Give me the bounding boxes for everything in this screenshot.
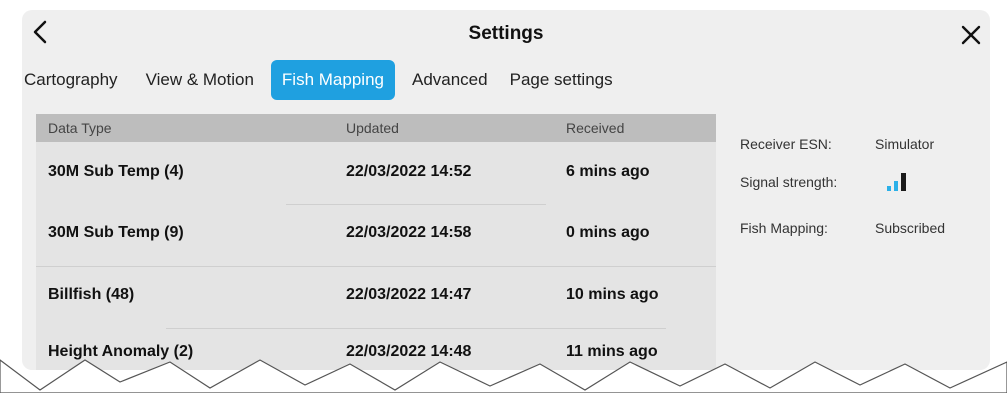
torn-edge-decoration (0, 359, 1007, 393)
column-header-updated: Updated (346, 120, 399, 136)
column-header-received: Received (566, 120, 625, 136)
cell-data-type: Billfish (48) (48, 286, 135, 303)
fish-mapping-table: Data Type Updated Received 30M Sub Temp … (36, 114, 716, 370)
cell-updated: 22/03/2022 14:52 (346, 163, 472, 180)
tab-view-motion[interactable]: View & Motion (135, 60, 265, 100)
tab-cartography[interactable]: Cartography (22, 60, 129, 100)
cell-updated: 22/03/2022 14:58 (346, 224, 472, 241)
title-bar: Settings (22, 10, 990, 54)
page-title: Settings (468, 23, 544, 44)
close-button[interactable] (954, 18, 988, 52)
signal-strength-label: Signal strength: (740, 174, 838, 190)
table-header: Data Type Updated Received (36, 114, 716, 142)
receiver-esn-label: Receiver ESN: (740, 136, 832, 152)
settings-tabs: Cartography View & Motion Fish Mapping A… (22, 60, 624, 100)
cell-received: 0 mins ago (566, 224, 650, 241)
receiver-esn-value: Simulator (875, 136, 935, 152)
table-row[interactable]: Billfish (48) 22/03/2022 14:47 10 mins a… (36, 267, 716, 325)
signal-bars-icon (887, 173, 906, 191)
cell-received: 6 mins ago (566, 163, 650, 180)
table-row[interactable]: 30M Sub Temp (9) 22/03/2022 14:58 0 mins… (36, 205, 716, 263)
tab-advanced[interactable]: Advanced (401, 60, 499, 100)
table-row[interactable]: 30M Sub Temp (4) 22/03/2022 14:52 6 mins… (36, 144, 716, 202)
fish-mapping-label: Fish Mapping: (740, 220, 828, 236)
column-header-data-type: Data Type (48, 120, 112, 136)
cell-data-type: 30M Sub Temp (9) (48, 224, 184, 241)
close-icon (961, 25, 981, 45)
cell-data-type: 30M Sub Temp (4) (48, 163, 184, 180)
fish-mapping-value: Subscribed (875, 220, 946, 236)
cell-updated: 22/03/2022 14:47 (346, 286, 472, 303)
tab-fish-mapping[interactable]: Fish Mapping (270, 60, 395, 100)
cell-received: 10 mins ago (566, 286, 659, 303)
settings-window: Settings Cartography View & Motion Fish … (22, 10, 990, 370)
tab-page-settings[interactable]: Page settings (499, 60, 624, 100)
